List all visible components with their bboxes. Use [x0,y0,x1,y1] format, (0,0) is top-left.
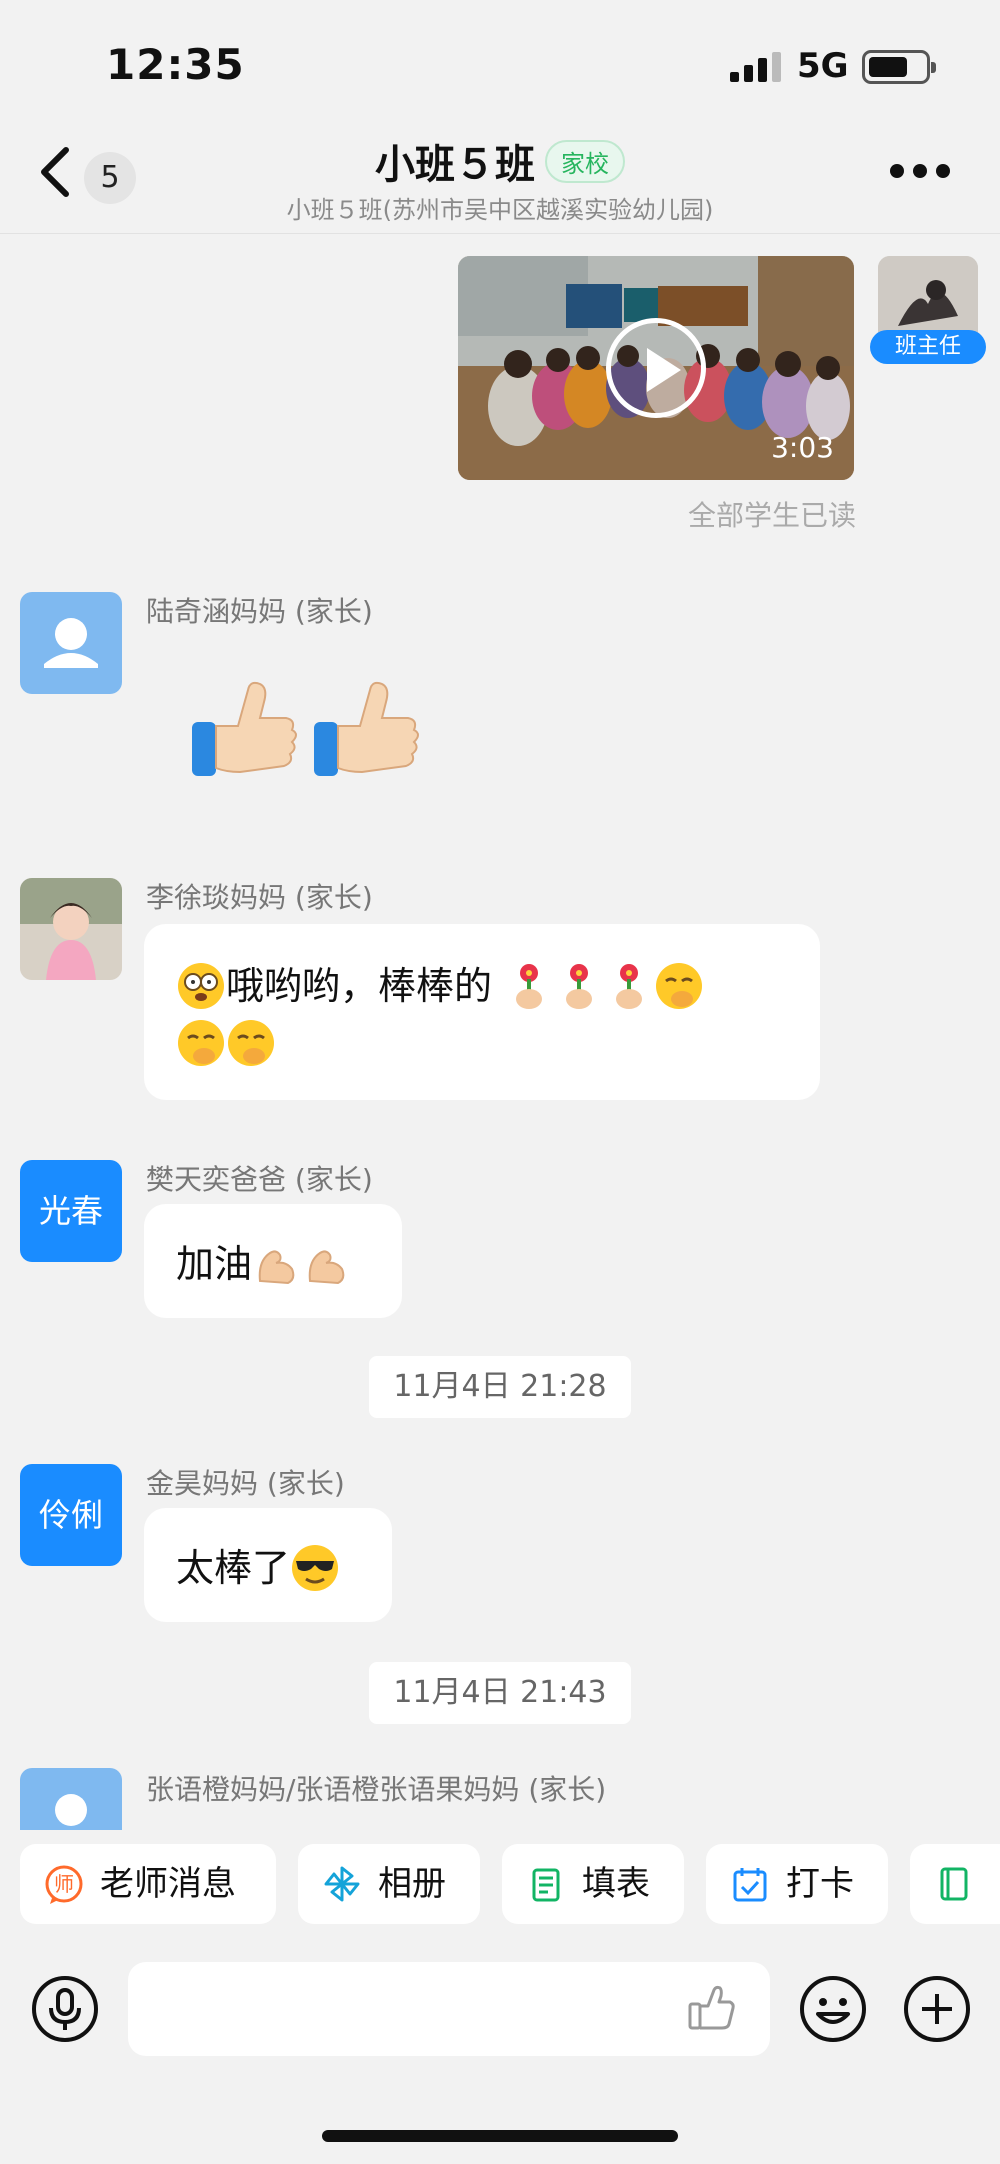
teacher-message-button[interactable]: 师 老师消息 [20,1844,276,1924]
hand-flower-icon [566,963,593,1009]
more-options-icon[interactable] [890,164,950,180]
status-time: 12:35 [106,40,245,89]
play-icon[interactable] [606,318,706,418]
avatar[interactable] [20,592,122,694]
notebook-button[interactable] [910,1844,1000,1924]
dazed-face-icon [178,962,224,1009]
title-row: 小班５班 家校 [0,132,1000,190]
message-text: 哦哟哟，棒棒的 [226,963,493,1008]
child-photo [20,878,122,980]
status-bar: 12:35 5G [0,0,1000,120]
emoji-icon[interactable] [798,1974,868,2044]
flexed-biceps-icon [258,1249,295,1284]
avatar[interactable]: 伶俐 [20,1464,122,1566]
default-person-icon [44,618,98,668]
quick-action-label: 打卡 [786,1864,854,1904]
default-person-icon [55,1794,87,1826]
sender-name: 金昊妈妈 (家长) [146,1467,345,1500]
quick-action-label: 老师消息 [100,1864,236,1904]
signal-strength-icon [730,52,782,82]
album-button[interactable]: 相册 [298,1844,480,1924]
video-duration: 3:03 [771,431,834,464]
chat-title: 小班５班 [375,142,535,188]
giggle-face-icon [178,1020,224,1066]
home-school-tag: 家校 [545,139,625,183]
sender-name: 李徐琰妈妈 (家长) [146,881,373,914]
album-pinwheel-icon [324,1866,360,1902]
svg-text:师: 师 [54,1872,74,1896]
message-bubble[interactable]: 加油 [144,1204,402,1318]
message-bubble[interactable]: 哦哟哟，棒棒的 [144,924,820,1100]
checkin-button[interactable]: 打卡 [706,1844,888,1924]
chat-header: 5 小班５班 家校 小班５班(苏州市吴中区越溪实验幼儿园) [0,120,1000,234]
network-type: 5G [797,46,849,86]
timestamp: 11月4日 21:43 [369,1662,631,1724]
thumbs-up-icon [192,681,419,776]
teacher-message-icon: 师 [45,1865,83,1904]
plus-icon[interactable] [902,1974,972,2044]
sender-name: 陆奇涵妈妈 (家长) [146,595,373,628]
sender-name: 樊天奕爸爸 (家长) [146,1163,373,1196]
quick-action-label: 相册 [378,1864,446,1904]
sunglasses-face-icon [292,1544,339,1591]
voice-input-icon[interactable] [30,1974,100,2044]
head-teacher-badge: 班主任 [870,330,986,364]
message-text: 太棒了 [176,1545,291,1590]
quick-action-label: 填表 [582,1864,650,1904]
message-text: 加油 [176,1241,253,1286]
notebook-icon [940,1867,968,1901]
message-bubble[interactable]: 太棒了 [144,1508,392,1622]
giggle-face-icon [656,962,703,1009]
flexed-biceps-icon [308,1249,345,1284]
avatar[interactable] [20,1768,122,1830]
message-input[interactable] [128,1962,770,2056]
hand-flower-icon [516,963,543,1009]
avatar[interactable] [20,878,122,980]
sender-name: 张语橙妈妈/张语橙张语果妈妈 (家长) [146,1773,607,1806]
home-indicator [322,2130,678,2142]
emoji-message[interactable] [186,676,426,788]
form-icon [532,1868,560,1902]
chat-subtitle: 小班５班(苏州市吴中区越溪实验幼儿园) [286,196,714,224]
quick-action-bar: 师 老师消息 相册 填表 打卡 [0,1830,1000,1950]
read-status[interactable]: 全部学生已读 [560,494,856,534]
thumbs-up-icon[interactable] [686,1982,738,2034]
battery-icon [862,50,936,84]
timestamp: 11月4日 21:28 [369,1356,631,1418]
avatar[interactable]: 光春 [20,1160,122,1262]
video-message[interactable]: 3:03 [458,256,854,480]
checkin-calendar-icon [733,1868,767,1902]
hand-flower-icon [616,963,643,1009]
giggle-face-icon [228,1020,274,1066]
fill-form-button[interactable]: 填表 [502,1844,684,1924]
